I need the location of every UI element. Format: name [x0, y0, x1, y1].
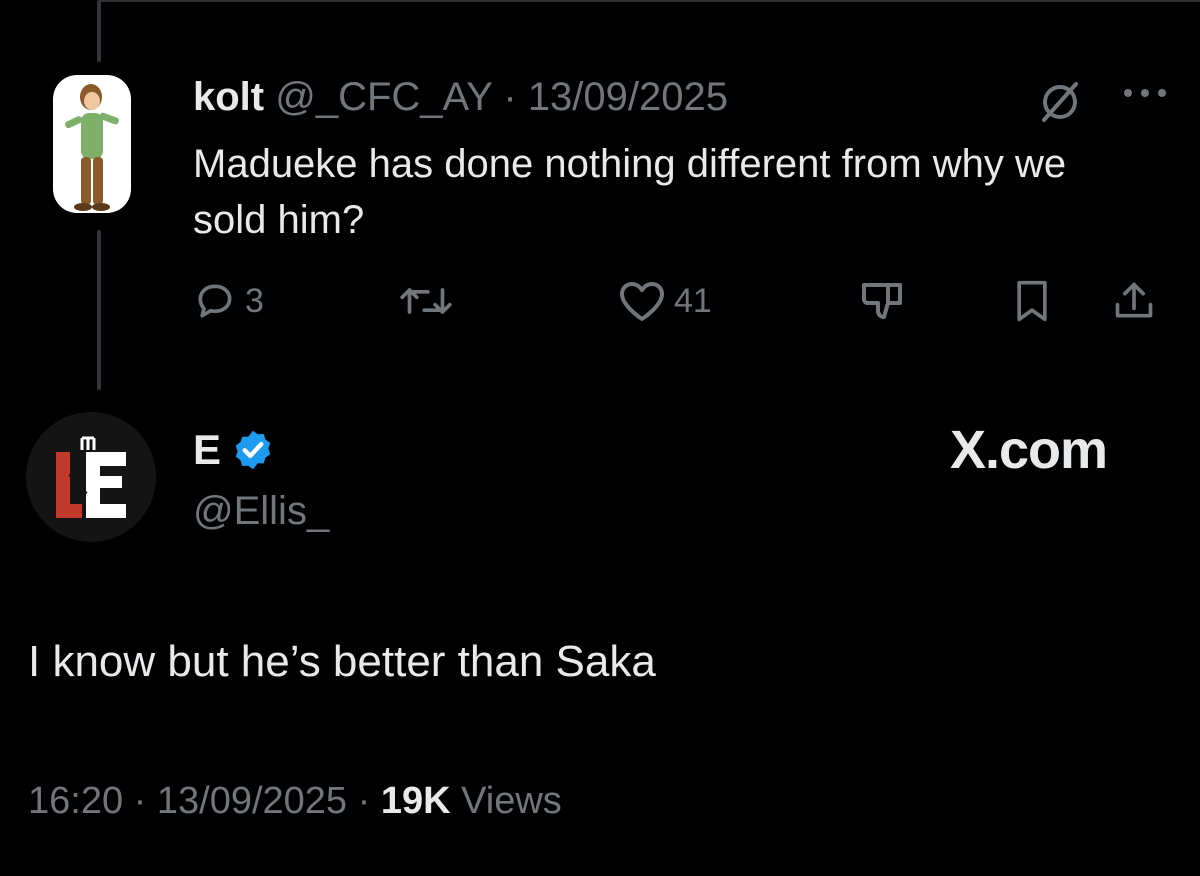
heart-icon	[620, 282, 664, 321]
thumbs-down-icon	[862, 283, 902, 319]
reply-avatar[interactable]	[53, 75, 131, 213]
cartoon-character-icon	[65, 84, 119, 211]
more-options-button[interactable]	[1118, 78, 1172, 108]
meta-separator-1: ·	[133, 780, 147, 822]
main-author[interactable]: E	[193, 425, 275, 475]
views-label: Views	[461, 780, 562, 822]
views-count[interactable]: 19K	[381, 780, 451, 822]
reply-display-name[interactable]: kolt	[193, 75, 264, 119]
reply-button[interactable]: 3	[193, 278, 264, 324]
speech-bubble-icon	[198, 284, 232, 318]
thread-line-connector	[97, 230, 101, 390]
main-tweet-text: I know but he’s better than Saka	[28, 637, 656, 686]
ue-logo-icon	[26, 412, 156, 542]
share-icon	[1115, 282, 1153, 318]
repost-icon	[400, 288, 452, 314]
reply-date[interactable]: 13/09/2025	[528, 75, 728, 119]
like-button[interactable]: 41	[618, 278, 712, 324]
grok-icon	[1042, 82, 1078, 122]
reply-tweet-text: Madueke has done nothing different from …	[193, 142, 1067, 242]
reply-handle[interactable]: @_CFC_AY	[275, 75, 492, 119]
verified-badge-icon	[235, 430, 271, 470]
repost-button[interactable]	[398, 278, 462, 324]
like-count: 41	[674, 281, 712, 320]
meta-separator-2: ·	[357, 780, 371, 822]
bookmark-button[interactable]	[1012, 278, 1052, 324]
reply-count: 3	[245, 281, 264, 320]
dislike-button[interactable]	[858, 278, 910, 324]
reply-header: kolt @_CFC_AY · 13/09/2025	[193, 74, 728, 120]
more-dots-icon	[1124, 89, 1166, 97]
share-button[interactable]	[1112, 278, 1156, 324]
thread-line-top	[97, 0, 101, 62]
tweet-date[interactable]: 13/09/2025	[157, 780, 347, 822]
top-divider	[100, 0, 1200, 2]
tweet-time[interactable]: 16:20	[28, 780, 123, 822]
reply-separator: ·	[503, 75, 517, 119]
main-avatar[interactable]	[26, 412, 156, 542]
tweet-metadata: 16:20 · 13/09/2025 · 19K Views	[28, 777, 562, 825]
x-com-watermark: X.com	[950, 420, 1108, 480]
grok-button[interactable]	[1038, 80, 1082, 124]
main-display-name[interactable]: E	[193, 425, 221, 475]
main-handle[interactable]: @Ellis_	[193, 488, 329, 534]
bookmark-icon	[1017, 280, 1047, 322]
